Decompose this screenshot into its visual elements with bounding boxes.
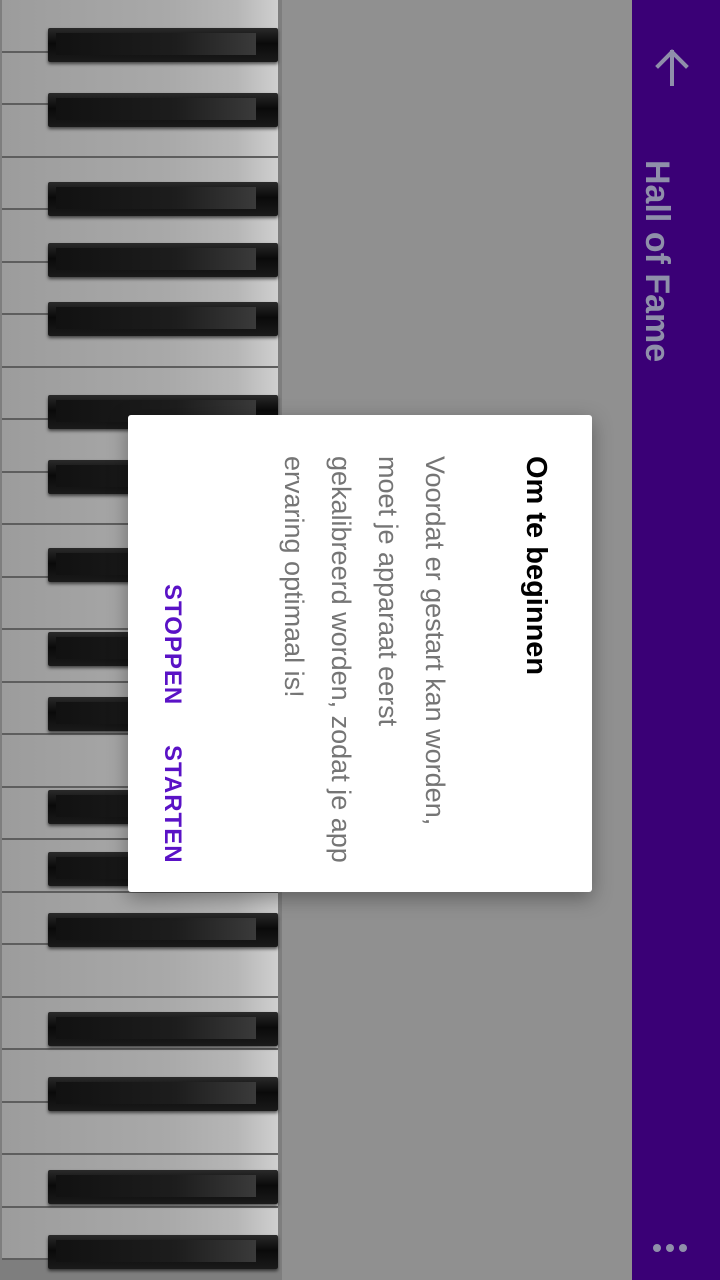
stop-button[interactable]: STOPPEN [158, 584, 186, 705]
piano-black-key[interactable] [48, 182, 278, 216]
piano-black-key[interactable] [48, 1077, 278, 1111]
piano-black-key[interactable] [48, 1235, 278, 1269]
piano-black-key[interactable] [48, 1170, 278, 1204]
piano-black-key[interactable] [48, 302, 278, 336]
arrow-back-icon[interactable] [650, 46, 694, 90]
dialog-title: Om te beginnen [520, 456, 552, 676]
toolbar-title: Hall of Fame [638, 160, 676, 363]
piano-black-key[interactable] [48, 913, 278, 947]
dialog-message: Voordat er gestart kan worden, moet je a… [279, 456, 450, 863]
start-button[interactable]: STARTEN [158, 745, 186, 864]
more-vert-icon[interactable] [652, 1238, 688, 1258]
piano-black-key[interactable] [48, 93, 278, 127]
piano-black-key[interactable] [48, 28, 278, 62]
piano-black-key[interactable] [48, 1012, 278, 1046]
piano-white-key[interactable] [2, 945, 278, 998]
piano-black-key[interactable] [48, 243, 278, 277]
